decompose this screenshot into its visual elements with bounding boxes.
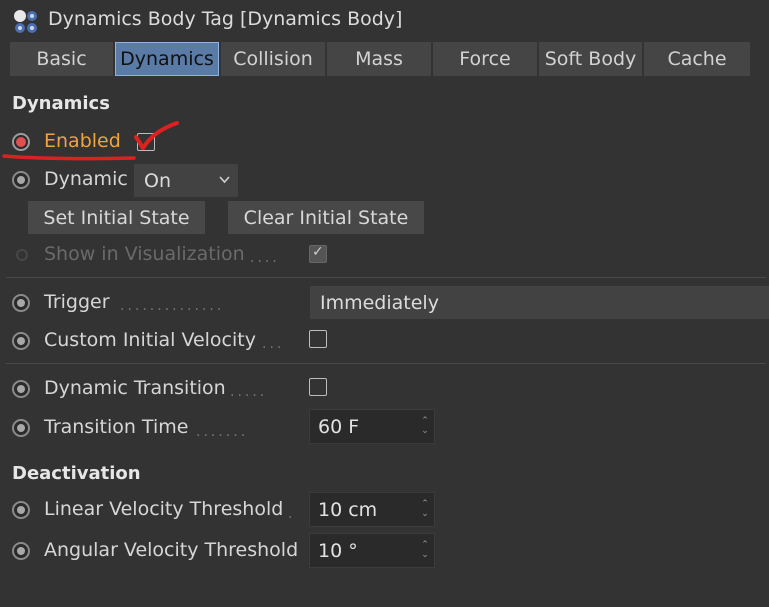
tab-bar: Basic Dynamics Collision Mass Force Soft… bbox=[10, 42, 754, 76]
tab-mass[interactable]: Mass bbox=[327, 42, 431, 76]
linear-velocity-label: Linear Velocity Threshold bbox=[44, 498, 284, 520]
dynamic-transition-checkbox[interactable] bbox=[309, 378, 327, 396]
divider bbox=[6, 363, 766, 364]
show-visualization-animate-dot bbox=[16, 249, 28, 261]
tab-soft-body[interactable]: Soft Body bbox=[539, 42, 642, 76]
dynamic-label: Dynamic bbox=[44, 168, 128, 190]
section-title-dynamics: Dynamics bbox=[12, 93, 110, 114]
checkmark-icon: ✓ bbox=[312, 244, 324, 260]
leader-dots: . bbox=[288, 506, 296, 522]
dynamic-dropdown[interactable]: On bbox=[134, 164, 238, 197]
tab-force[interactable]: Force bbox=[433, 42, 537, 76]
spinner-arrows-icon[interactable]: ⌃ ⌄ bbox=[420, 540, 430, 562]
leader-dots: .............. bbox=[120, 298, 225, 314]
transition-time-value: 60 F bbox=[318, 415, 360, 438]
tab-basic[interactable]: Basic bbox=[10, 42, 113, 76]
dynamic-dropdown-value: On bbox=[144, 169, 171, 192]
linear-velocity-animate-dot[interactable] bbox=[12, 501, 30, 519]
spinner-arrows-icon[interactable]: ⌃ ⌄ bbox=[420, 499, 430, 521]
angular-velocity-value: 10 ° bbox=[318, 539, 358, 562]
custom-initial-velocity-animate-dot[interactable] bbox=[12, 332, 30, 350]
chevron-down-icon bbox=[219, 176, 230, 184]
custom-initial-velocity-checkbox[interactable] bbox=[309, 330, 327, 348]
transition-time-label: Transition Time bbox=[44, 416, 189, 438]
dynamic-transition-label: Dynamic Transition bbox=[44, 377, 226, 399]
show-in-visualization-label: Show in Visualization bbox=[44, 243, 245, 265]
trigger-animate-dot[interactable] bbox=[12, 294, 30, 312]
leader-dots: ....... bbox=[196, 424, 249, 440]
spinner-arrows-icon[interactable]: ⌃ ⌄ bbox=[420, 416, 430, 438]
window-title: Dynamics Body Tag [Dynamics Body] bbox=[48, 8, 403, 30]
leader-dots: ... bbox=[262, 336, 285, 352]
transition-time-animate-dot[interactable] bbox=[12, 419, 30, 437]
trigger-dropdown[interactable]: Immediately bbox=[310, 286, 769, 319]
transition-time-field[interactable]: 60 F ⌃ ⌄ bbox=[309, 409, 435, 444]
dynamics-tag-icon bbox=[14, 10, 37, 33]
dynamic-transition-animate-dot[interactable] bbox=[12, 380, 30, 398]
angular-velocity-label: Angular Velocity Threshold bbox=[44, 539, 299, 561]
trigger-label: Trigger bbox=[44, 291, 110, 313]
clear-initial-state-button[interactable]: Clear Initial State bbox=[228, 201, 424, 234]
leader-dots: .... bbox=[250, 250, 280, 266]
leader-dots: ..... bbox=[230, 384, 268, 400]
divider bbox=[6, 277, 766, 278]
angular-velocity-field[interactable]: 10 ° ⌃ ⌄ bbox=[309, 533, 435, 568]
linear-velocity-value: 10 cm bbox=[318, 498, 378, 521]
annotation-checkmark-icon bbox=[2, 121, 179, 161]
custom-initial-velocity-label: Custom Initial Velocity bbox=[44, 329, 256, 351]
tab-collision[interactable]: Collision bbox=[221, 42, 325, 76]
section-title-deactivation: Deactivation bbox=[12, 463, 141, 484]
tab-dynamics[interactable]: Dynamics bbox=[115, 42, 219, 76]
set-initial-state-button[interactable]: Set Initial State bbox=[28, 201, 205, 234]
tab-cache[interactable]: Cache bbox=[644, 42, 750, 76]
linear-velocity-field[interactable]: 10 cm ⌃ ⌄ bbox=[309, 492, 435, 527]
show-in-visualization-checkbox: ✓ bbox=[309, 244, 327, 263]
angular-velocity-animate-dot[interactable] bbox=[12, 542, 30, 560]
dynamic-animate-dot[interactable] bbox=[12, 171, 30, 189]
